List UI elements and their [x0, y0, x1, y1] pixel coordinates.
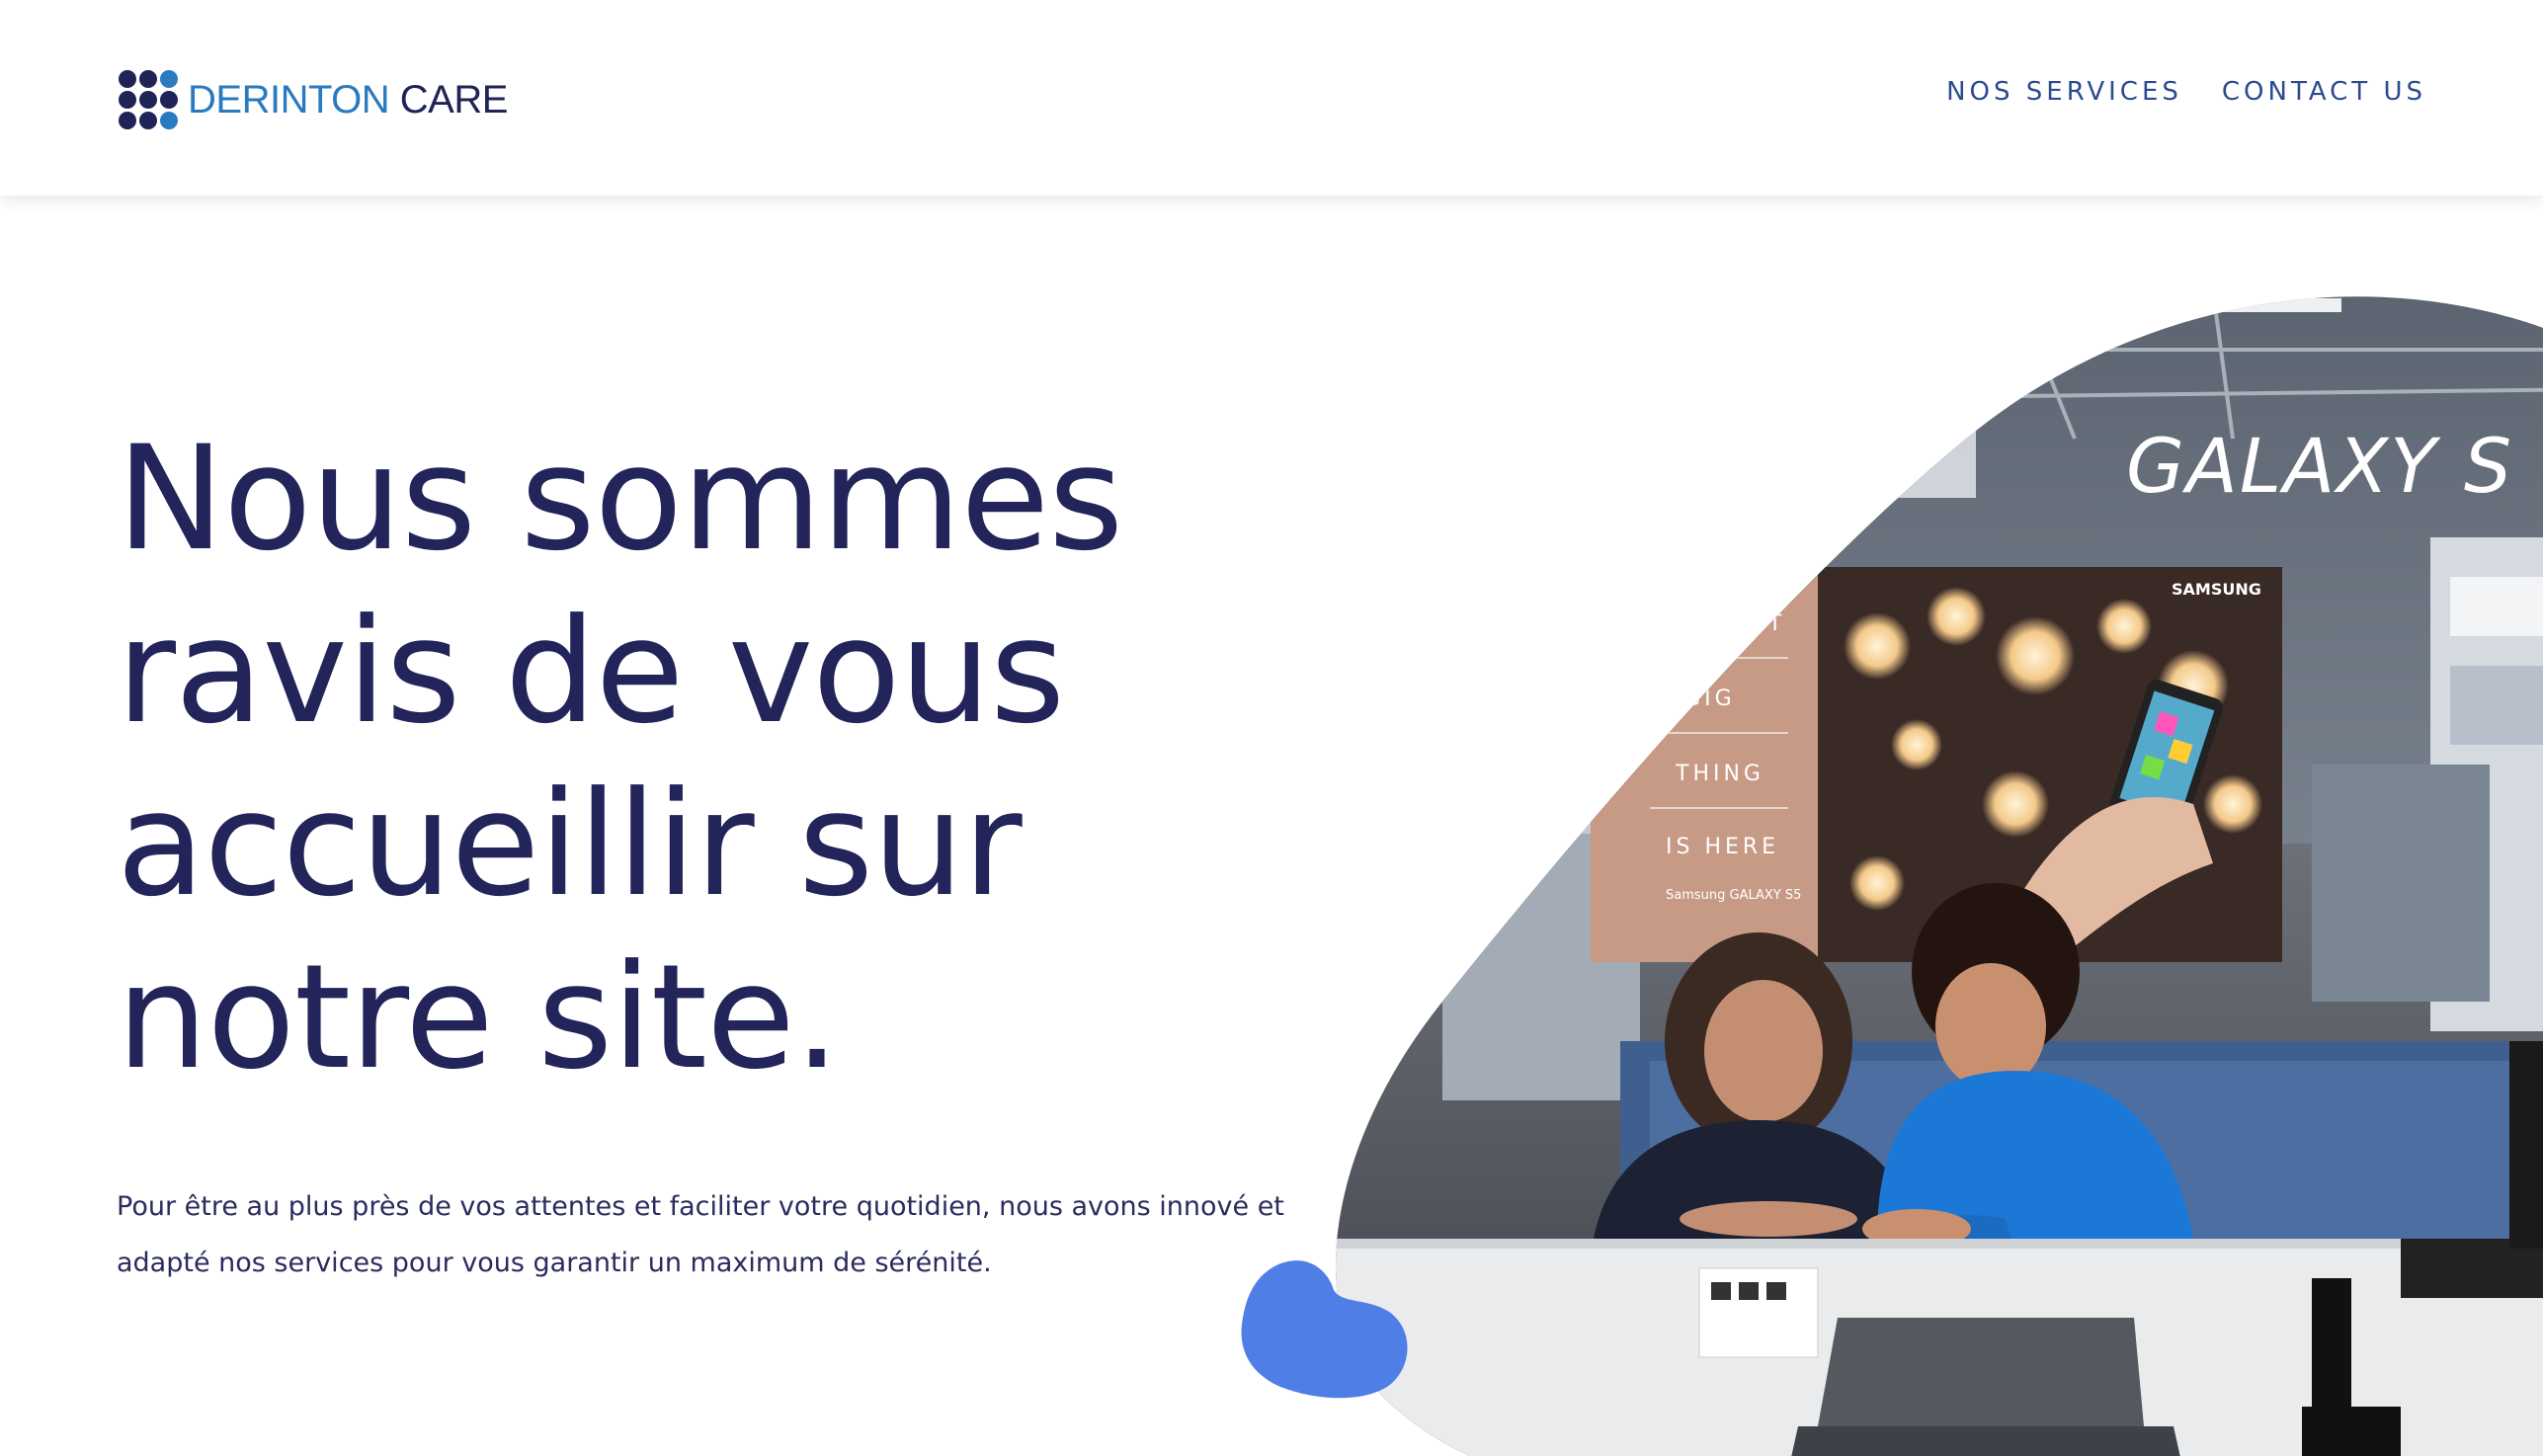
hero-paragraph-line: Pour être au plus près de vos attentes e…: [117, 1191, 1284, 1222]
hero-heading-line: ravis de vous: [117, 588, 1065, 756]
hero-heading-line: Nous sommes: [117, 415, 1123, 583]
poster-line: THING: [1675, 762, 1764, 786]
nav-link-services[interactable]: NOS SERVICES: [1946, 77, 2182, 107]
poster-line: THE NEXT: [1645, 611, 1785, 636]
dots-grid-icon: [117, 68, 180, 131]
hero-heading-line: notre site.: [117, 933, 840, 1101]
poster-brand-text: SAMSUNG: [2172, 580, 2261, 599]
poster-line: BIG: [1685, 687, 1736, 711]
brand-sign-text: GALAXY S: [2126, 422, 2513, 510]
hero-paragraph: Pour être au plus près de vos attentes e…: [117, 1178, 1342, 1291]
page: DERINTON CARE NOS SERVICES CONTACT US No…: [0, 0, 2543, 1456]
hero-image: GALAXY S SAMSUNG THE NEXT BIG THING IS H…: [1324, 290, 2543, 1456]
nav-link-contact[interactable]: CONTACT US: [2222, 77, 2426, 107]
site-header: DERINTON CARE NOS SERVICES CONTACT US: [0, 0, 2543, 196]
hero-heading-line: accueillir sur: [117, 761, 1023, 929]
poster-footer-text: Samsung GALAXY S5: [1666, 888, 1801, 903]
hero-heading: Nous sommes ravis de vous accueillir sur…: [117, 413, 1282, 1104]
logo[interactable]: DERINTON CARE: [117, 69, 508, 130]
store-photo-illustration: GALAXY S SAMSUNG THE NEXT BIG THING IS H…: [1335, 296, 2543, 1456]
logo-word-derinton: DERINTON: [188, 78, 390, 121]
hero-paragraph-line: adapté nos services pour vous garantir u…: [117, 1248, 992, 1278]
logo-word-care: CARE: [399, 78, 509, 121]
logo-text: DERINTON CARE: [188, 80, 508, 120]
accent-blob-shape: [1241, 1260, 1408, 1399]
poster-line: IS HERE: [1666, 835, 1779, 859]
main-nav: NOS SERVICES CONTACT US: [1946, 77, 2426, 107]
